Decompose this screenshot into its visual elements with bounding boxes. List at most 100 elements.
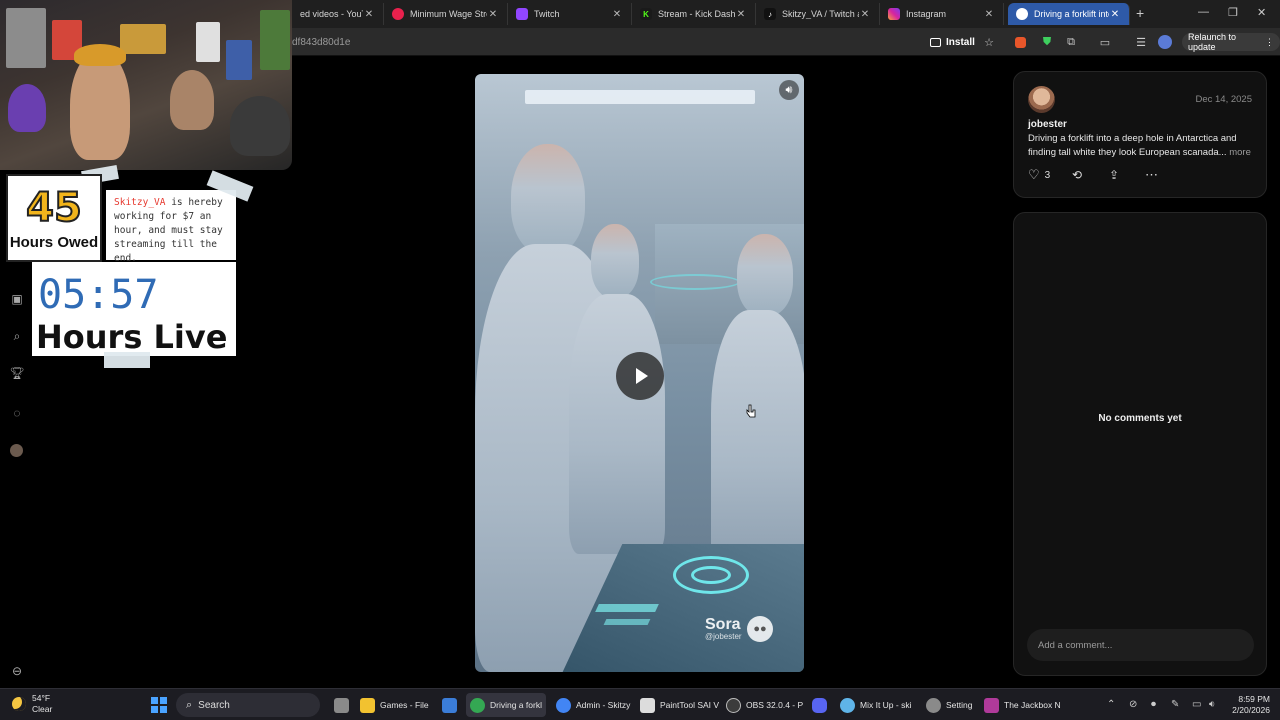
app-label: Games - File — [380, 700, 429, 710]
post-username[interactable]: jobester — [1028, 119, 1067, 130]
app-label: Driving a forkl — [490, 700, 542, 710]
close-tab-icon[interactable]: ✕ — [487, 9, 499, 20]
taskbar-app-obs[interactable]: OBS 32.0.4 - P — [722, 693, 807, 717]
tab-tiktok[interactable]: ♪ Skitzy_VA / Twitch an ✕ — [756, 3, 880, 25]
discord-icon — [812, 697, 827, 713]
app-label: PaintTool SAI V — [660, 700, 720, 710]
taskbar-app-mixitup[interactable]: Mix It Up - ski — [836, 693, 915, 717]
tab-kick-dashboard[interactable]: K Stream - Kick Dashbo ✕ — [632, 3, 756, 25]
trophy-icon[interactable]: 🏆︎ — [9, 366, 24, 380]
close-tab-icon[interactable]: ✕ — [859, 9, 871, 20]
taskbar-app-photos[interactable] — [438, 693, 461, 717]
wage-note-card: Skitzy_VA is hereby working for $7 an ho… — [106, 190, 236, 264]
home-icon[interactable]: ▣ — [10, 292, 24, 306]
new-tab-button[interactable]: + — [1136, 5, 1144, 21]
holo-panel — [595, 604, 659, 612]
install-app-icon — [930, 37, 941, 47]
install-button[interactable]: Install — [924, 33, 981, 51]
figure-head — [737, 234, 793, 316]
guest — [170, 70, 214, 130]
tab-title: Instagram — [906, 9, 947, 19]
search-icon[interactable]: ⌕ — [10, 329, 24, 343]
app-label: Admin - Skitzy — [576, 700, 631, 710]
holo-ring-inner — [691, 566, 731, 584]
tab-minimum-wage-stream[interactable]: Minimum Wage Strea ✕ — [384, 3, 508, 25]
note-username: Skitzy_VA — [114, 197, 166, 208]
photos-icon — [442, 697, 457, 713]
no-comments-label: No comments yet — [1098, 413, 1182, 424]
video-player[interactable]: 🔊︎ Sora @jobester ●● — [475, 74, 804, 672]
gear-icon — [926, 697, 941, 713]
like-count: 3 — [1044, 169, 1051, 181]
remix-icon[interactable]: ⟲ — [1072, 168, 1082, 182]
figure-head — [511, 144, 585, 254]
camera-off-icon[interactable]: ⊘ — [1129, 699, 1137, 710]
more-link[interactable]: more — [1229, 147, 1251, 158]
chevron-up-icon[interactable]: ⌃ — [1107, 699, 1115, 710]
volume-icon[interactable]: 🔊︎ — [779, 80, 799, 100]
caption-text: Driving a forklift into a deep hole in A… — [1028, 133, 1237, 158]
profile-avatar-icon[interactable] — [1158, 35, 1172, 49]
like-button[interactable]: ♡ 3 — [1028, 167, 1051, 182]
search-icon: ⌕ — [186, 698, 193, 711]
twitch-icon — [516, 8, 528, 20]
close-tab-icon[interactable]: ✕ — [611, 9, 623, 20]
clock-time: 8:59 PM — [1238, 694, 1270, 704]
close-tab-icon[interactable]: ✕ — [735, 9, 747, 20]
tab-driving-forklift[interactable]: Driving a forklift into ✕ — [1008, 3, 1130, 25]
windows-taskbar: 54°F Clear ⌕ Search Games - File Driving… — [0, 688, 1280, 720]
taskbar-app-chrome-driving[interactable]: Driving a forkl — [466, 693, 546, 717]
tab-instagram[interactable]: Instagram ✕ — [880, 3, 1004, 25]
plush-toy — [8, 84, 46, 132]
post-card: Dec 14, 2025 jobester Driving a forklift… — [1013, 71, 1267, 198]
minimize-icon[interactable]: — — [1198, 6, 1209, 18]
network-icon[interactable]: ▭ — [1192, 699, 1201, 710]
taskbar-search[interactable]: ⌕ Search — [176, 693, 320, 717]
heart-icon: ♡ — [1028, 167, 1040, 182]
taskbar-app-painttool[interactable]: PaintTool SAI V — [636, 693, 723, 717]
close-window-icon[interactable]: ✕ — [1257, 6, 1266, 19]
more-options-icon[interactable]: ⋯ — [1145, 167, 1158, 182]
system-clock[interactable]: 8:59 PM 2/20/2026 — [1226, 694, 1270, 716]
sora-watermark: Sora @jobester — [705, 616, 742, 641]
maximize-icon[interactable]: ❐ — [1228, 6, 1238, 19]
extensions-puzzle-icon[interactable]: ⧉ — [1064, 35, 1078, 49]
relaunch-button[interactable]: Relaunch to update ⋮ — [1182, 32, 1280, 52]
taskbar-app-settings[interactable]: Setting — [922, 693, 976, 717]
microphone-icon[interactable]: ⏺ — [1151, 699, 1156, 710]
share-icon[interactable]: ⇪ — [1109, 168, 1119, 182]
taskbar-app-chrome-admin[interactable]: Admin - Skitzy — [552, 693, 634, 717]
taskbar-app-discord[interactable] — [808, 693, 831, 717]
activity-icon[interactable]: ◌ — [10, 406, 24, 420]
webcam-overlay — [0, 0, 292, 170]
close-tab-icon[interactable]: ✕ — [983, 9, 995, 20]
close-tab-icon[interactable]: ✕ — [363, 9, 375, 20]
cast-icon[interactable]: ▭ — [1098, 35, 1112, 49]
weather-condition: Clear — [32, 704, 53, 714]
profile-icon[interactable] — [10, 444, 23, 457]
tab-twitch[interactable]: Twitch ✕ — [508, 3, 632, 25]
wall-poster — [6, 8, 46, 68]
taskbar-app-jackbox[interactable]: The Jackbox N — [980, 693, 1065, 717]
bookmark-star-icon[interactable]: ☆ — [982, 35, 996, 49]
taskbar-app-file-explorer[interactable]: Games - File — [356, 693, 433, 717]
weather-widget[interactable]: 54°F Clear — [12, 693, 52, 715]
play-button[interactable] — [616, 352, 664, 400]
extension-orange-icon[interactable] — [1015, 37, 1026, 48]
mixitup-icon — [840, 697, 855, 713]
app-label: OBS 32.0.4 - P — [746, 700, 804, 710]
address-bar-url[interactable]: df843d80d1e — [292, 37, 350, 48]
task-view-icon[interactable] — [330, 693, 353, 717]
media-queue-icon[interactable]: ☰ — [1134, 35, 1148, 49]
shield-icon[interactable]: ⛊ — [1040, 35, 1054, 49]
painttool-icon — [640, 697, 655, 713]
close-tab-icon[interactable]: ✕ — [1109, 9, 1121, 20]
pen-icon[interactable]: ✎ — [1171, 699, 1179, 710]
ceiling-light — [525, 90, 755, 104]
comment-input[interactable] — [1027, 629, 1254, 661]
tab-youtube[interactable]: ed videos - YouTub ✕ — [292, 3, 384, 25]
speaker-icon[interactable]: 🔉︎ — [1209, 699, 1215, 710]
settings-circle-icon[interactable]: ⊖ — [10, 664, 24, 678]
windows-start-icon[interactable] — [151, 697, 167, 713]
avatar[interactable] — [1028, 86, 1055, 113]
